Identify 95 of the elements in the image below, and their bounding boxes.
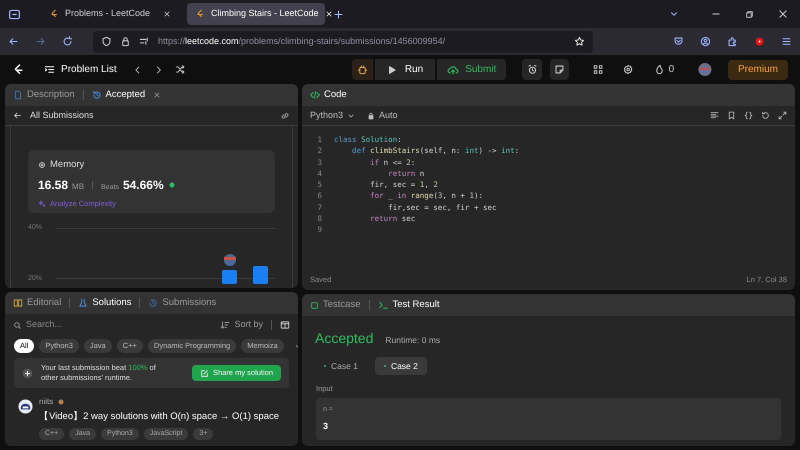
premium-button[interactable]: Premium [728, 60, 788, 80]
runtime-text: Runtime: 0 ms [385, 334, 440, 347]
memory-title: Memory [50, 158, 84, 172]
link-icon[interactable] [280, 110, 290, 120]
run-button[interactable]: Run [374, 59, 436, 80]
streak-count: 0 [668, 63, 674, 77]
checkbox-icon [310, 300, 319, 310]
beats-percent: 54.66% [122, 177, 164, 194]
previous-icon[interactable] [132, 64, 142, 74]
all-submissions-link[interactable]: All Submissions [13, 108, 94, 122]
result-status: Accepted [315, 329, 374, 348]
memory-unit: MB [72, 181, 84, 194]
lock-icon [367, 112, 376, 120]
bug-icon [356, 64, 368, 75]
panel-tab[interactable]: Submissions [148, 296, 216, 310]
new-tab-icon[interactable] [333, 8, 344, 20]
expand-icon[interactable] [778, 111, 787, 120]
list-icon [44, 64, 56, 75]
panel-tab[interactable]: Testcase [310, 298, 360, 312]
favicon-icon [195, 9, 205, 19]
sort-icon [220, 320, 230, 330]
panel-tab[interactable]: Accepted [92, 88, 146, 102]
history-icon [92, 90, 102, 100]
author-name: niits [39, 396, 54, 408]
auto-mode-button[interactable]: Auto [367, 108, 398, 122]
settings-icon[interactable] [623, 64, 634, 75]
cloud-upload-icon [447, 64, 460, 76]
play-icon [386, 64, 397, 74]
record-extension-icon[interactable] [754, 36, 765, 47]
back-arrow-icon [13, 111, 22, 120]
layout-icon[interactable] [593, 64, 604, 75]
panel-title: Code [324, 88, 347, 102]
book-icon [13, 298, 23, 308]
extensions-icon[interactable] [727, 36, 738, 47]
history-icon [148, 298, 158, 308]
menu-icon[interactable] [781, 36, 792, 47]
account-icon[interactable] [700, 36, 711, 47]
panel-tab[interactable]: Editorial [13, 296, 62, 310]
note-icon [554, 64, 565, 75]
distribution-bars-drawing [222, 254, 268, 284]
bookmark-icon[interactable] [727, 111, 736, 120]
param-value: 3 [323, 420, 330, 433]
edit-icon [200, 368, 209, 378]
document-icon [13, 90, 23, 100]
search-icon [13, 320, 22, 330]
logo-icon[interactable] [12, 63, 24, 76]
tab-list-icon[interactable] [8, 8, 21, 20]
bookmark-star-icon[interactable] [574, 36, 585, 47]
notes-button[interactable] [550, 59, 570, 80]
case-tab[interactable]: Case 1 [315, 357, 367, 375]
panel-tab[interactable]: Description [13, 88, 75, 102]
search-field[interactable]: Search... [26, 318, 216, 332]
close-icon[interactable] [778, 9, 788, 19]
language-dropdown[interactable]: Python3 [310, 108, 356, 122]
tab-title: Climbing Stairs - LeetCode [211, 7, 319, 20]
author-avatar-icon [18, 399, 33, 414]
code-icon [310, 90, 320, 100]
sort-button[interactable]: Sort by [220, 318, 263, 332]
flask-icon [78, 298, 88, 308]
sparkle-icon [38, 200, 46, 208]
back-icon[interactable] [8, 36, 19, 47]
reset-icon[interactable] [761, 111, 770, 120]
panel-tab[interactable]: Test Result [378, 298, 440, 312]
browser-tab[interactable]: Problems - LeetCode [41, 3, 179, 25]
avatar-icon[interactable] [698, 62, 712, 77]
case-tab[interactable]: Case 2 [374, 357, 427, 375]
url-text: https://leetcode.com/problems/climbing-stairs/submissions/1456009954/ [158, 34, 446, 48]
braces-icon[interactable] [744, 111, 753, 120]
badge-icon [57, 398, 66, 406]
favicon-icon [49, 9, 59, 19]
layout-toggle-icon[interactable] [280, 320, 290, 330]
shuffle-icon[interactable] [175, 64, 186, 75]
memory-icon [38, 161, 46, 170]
permissions-icon [139, 36, 150, 47]
address-bar[interactable]: https://leetcode.com/problems/climbing-stairs/submissions/1456009954/ [93, 30, 593, 52]
submit-button[interactable]: Submit [437, 59, 506, 80]
format-icon[interactable] [710, 111, 719, 120]
timer-button[interactable] [522, 59, 542, 80]
memory-value: 16.58 [38, 177, 68, 194]
close-icon[interactable] [163, 10, 171, 18]
alarm-clock-icon [526, 64, 538, 75]
close-icon[interactable] [324, 10, 333, 18]
plus-circle-icon [22, 368, 33, 378]
forward-icon[interactable] [35, 36, 46, 47]
tab-title: Problems - LeetCode [65, 7, 152, 20]
debug-button[interactable] [352, 59, 373, 80]
reload-icon[interactable] [62, 36, 73, 47]
panel-tab[interactable]: Solutions [78, 296, 132, 310]
lock-icon [120, 36, 131, 47]
pocket-icon[interactable] [673, 36, 684, 47]
solution-title[interactable]: 【Video】2 way solutions with O(n) space → O(1) space [39, 410, 280, 424]
terminal-icon [378, 300, 388, 310]
shield-icon [101, 36, 112, 47]
problem-list-button[interactable]: Problem List [44, 62, 117, 77]
restore-icon[interactable] [745, 10, 754, 18]
